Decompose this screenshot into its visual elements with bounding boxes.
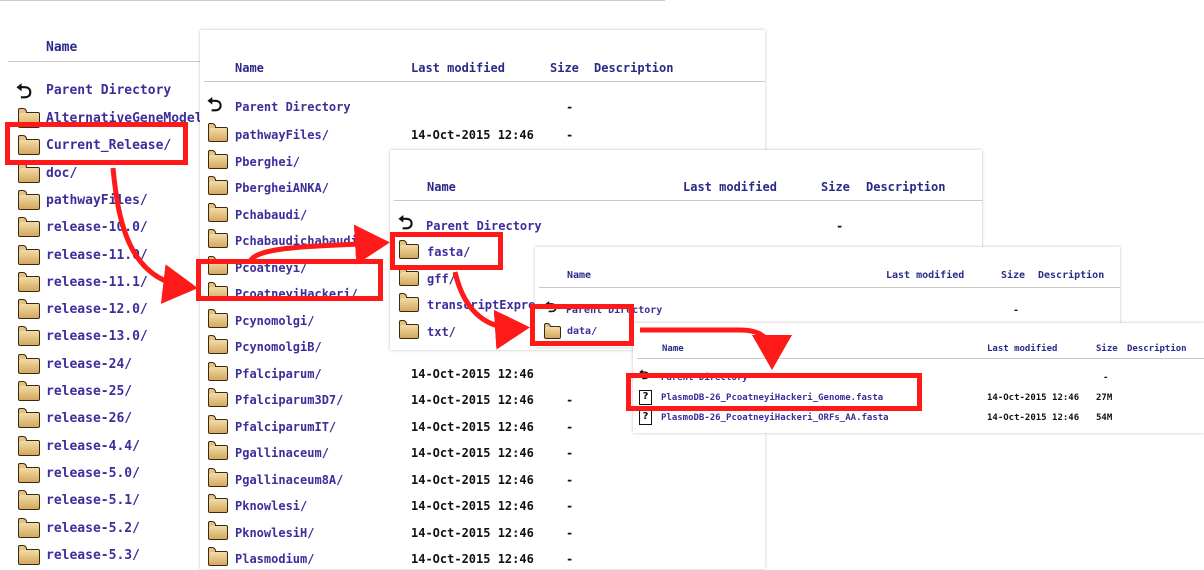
arrow-to-data bbox=[452, 271, 530, 350]
arrow-to-fasta bbox=[247, 224, 390, 265]
arrow-to-genome-fasta bbox=[640, 327, 792, 370]
navigation-arrows bbox=[110, 167, 792, 370]
arrow-to-pcoatneyihackeri bbox=[110, 167, 198, 304]
